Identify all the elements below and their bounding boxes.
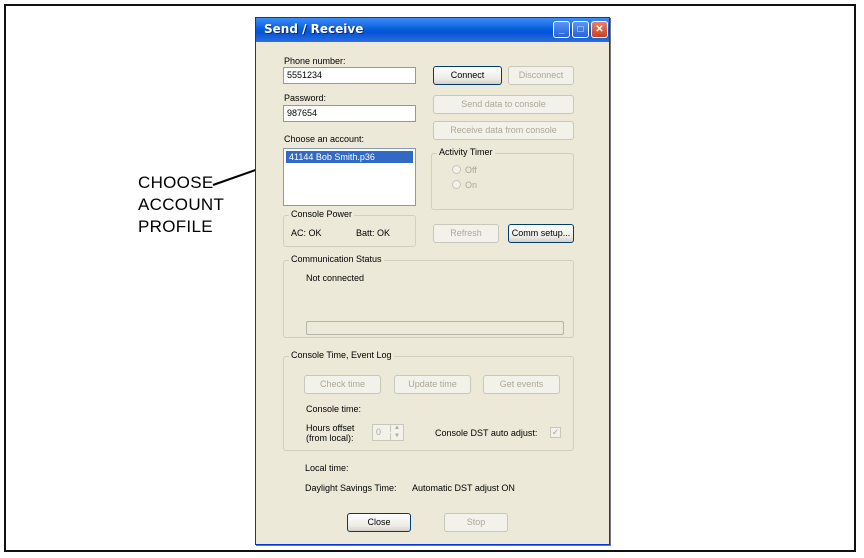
- console-time-group: Console Time, Event Log Check time Updat…: [283, 350, 574, 451]
- timer-on-radio[interactable]: On: [452, 180, 477, 190]
- battery-status: Batt: OK: [356, 228, 391, 238]
- dst-label: Daylight Savings Time:: [305, 483, 397, 493]
- connect-button[interactable]: Connect: [433, 66, 502, 85]
- phone-number-field[interactable]: 5551234: [283, 67, 416, 84]
- communication-status-title: Communication Status: [289, 254, 384, 264]
- receive-data-button[interactable]: Receive data from console: [433, 121, 574, 140]
- dst-auto-adjust-checkbox[interactable]: ✓: [550, 427, 561, 438]
- callout-line-2: ACCOUNT: [138, 195, 225, 214]
- console-time-label: Console time:: [306, 404, 362, 414]
- refresh-button[interactable]: Refresh: [433, 224, 499, 243]
- close-icon[interactable]: ✕: [591, 21, 608, 38]
- send-receive-dialog: Send / Receive _ □ ✕ Phone number: 55512…: [255, 17, 610, 545]
- dst-auto-adjust-label: Console DST auto adjust:: [435, 428, 538, 438]
- console-power-title: Console Power: [289, 209, 355, 219]
- update-time-button[interactable]: Update time: [394, 375, 471, 394]
- password-label: Password:: [284, 93, 327, 103]
- check-time-button[interactable]: Check time: [304, 375, 381, 394]
- hours-offset-label: Hours offset: [306, 423, 355, 433]
- minimize-icon[interactable]: _: [553, 21, 570, 38]
- disconnect-button[interactable]: Disconnect: [508, 66, 574, 85]
- spin-down-icon[interactable]: ▼: [390, 433, 403, 440]
- send-data-button[interactable]: Send data to console: [433, 95, 574, 114]
- communication-status-group: Communication Status Not connected: [283, 254, 574, 338]
- progress-bar: [306, 321, 564, 335]
- timer-off-radio[interactable]: Off: [452, 165, 477, 175]
- maximize-icon[interactable]: □: [572, 21, 589, 38]
- close-button[interactable]: Close: [347, 513, 411, 532]
- local-time-label: Local time:: [305, 463, 349, 473]
- hours-offset-stepper[interactable]: 0 ▲ ▼: [372, 424, 404, 441]
- console-power-group: Console Power AC: OK Batt: OK: [283, 209, 416, 247]
- connection-status-text: Not connected: [306, 273, 365, 283]
- radio-icon: [452, 165, 461, 174]
- timer-on-label: On: [465, 180, 478, 190]
- window-title: Send / Receive: [264, 22, 364, 36]
- activity-timer-title: Activity Timer: [437, 147, 495, 157]
- hours-offset-sublabel: (from local):: [306, 433, 354, 443]
- console-time-title: Console Time, Event Log: [289, 350, 394, 360]
- ac-status: AC: OK: [291, 228, 322, 238]
- hours-offset-value: 0: [376, 427, 382, 437]
- callout-line-1: CHOOSE: [138, 173, 214, 192]
- activity-timer-group: Activity Timer Off On: [431, 147, 574, 210]
- callout-label: CHOOSE ACCOUNT PROFILE: [138, 172, 224, 238]
- timer-off-label: Off: [465, 165, 477, 175]
- account-list[interactable]: 41144 Bob Smith.p36: [283, 148, 416, 206]
- comm-setup-button[interactable]: Comm setup...: [508, 224, 574, 243]
- spin-up-icon[interactable]: ▲: [390, 425, 403, 432]
- get-events-button[interactable]: Get events: [483, 375, 560, 394]
- dst-value: Automatic DST adjust ON: [412, 483, 515, 493]
- checkmark-icon: ✓: [551, 427, 560, 437]
- stop-button[interactable]: Stop: [444, 513, 508, 532]
- password-field[interactable]: 987654: [283, 105, 416, 122]
- account-list-item[interactable]: 41144 Bob Smith.p36: [286, 151, 413, 163]
- choose-account-label: Choose an account:: [284, 134, 365, 144]
- radio-icon: [452, 180, 461, 189]
- title-bar[interactable]: Send / Receive _ □ ✕: [256, 18, 609, 42]
- phone-number-label: Phone number:: [284, 56, 346, 66]
- callout-line-3: PROFILE: [138, 217, 213, 236]
